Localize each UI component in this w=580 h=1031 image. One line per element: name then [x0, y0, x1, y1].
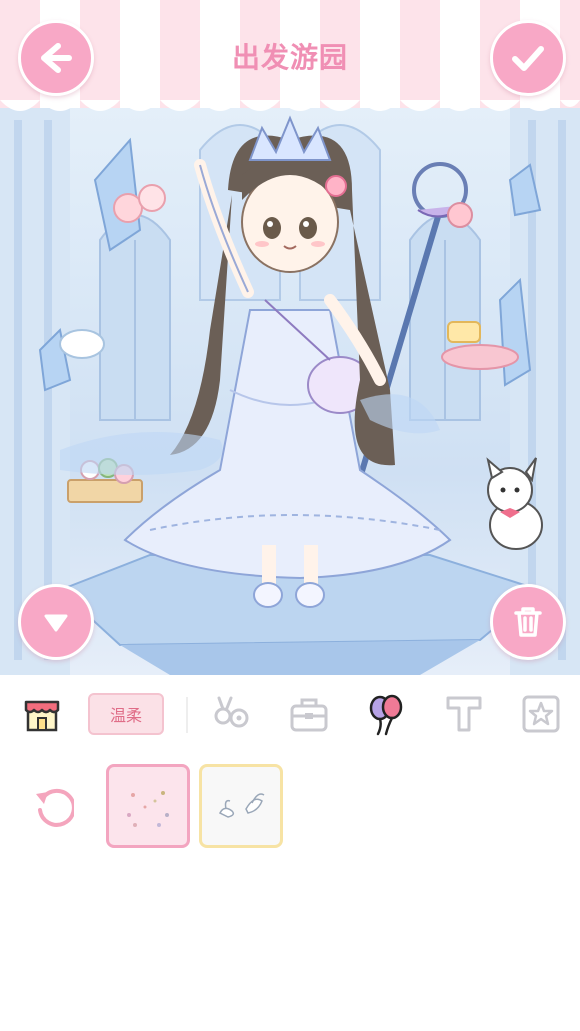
- swan-item: [218, 793, 265, 818]
- flower-icon: [214, 696, 249, 728]
- sparkle-item: [127, 791, 169, 827]
- awning-scallop: [0, 100, 580, 111]
- reset-icon: [36, 788, 74, 827]
- collapse-button[interactable]: [18, 584, 94, 660]
- tab-props[interactable]: [364, 692, 408, 736]
- bag-icon: [290, 698, 328, 732]
- shop-icon: [24, 700, 60, 732]
- item-card-sparkles[interactable]: [106, 764, 190, 848]
- tab-text[interactable]: [442, 692, 486, 736]
- item-card-swans[interactable]: [199, 764, 283, 848]
- tab-bags[interactable]: [287, 692, 331, 736]
- triangle-down-icon: [44, 614, 68, 632]
- delete-button[interactable]: [490, 584, 566, 660]
- tab-accessories[interactable]: [209, 692, 253, 736]
- dress-up-scene: 出发游园: [0, 0, 580, 675]
- style-tag-button[interactable]: 温柔: [88, 693, 164, 735]
- tab-stickers[interactable]: [519, 692, 563, 736]
- arrow-left-icon: [41, 43, 72, 73]
- trash-icon: [514, 607, 542, 637]
- balloon-icon: [369, 694, 403, 736]
- checkmark-icon: [512, 46, 544, 71]
- reset-button[interactable]: [30, 783, 74, 827]
- confirm-button[interactable]: [490, 20, 566, 96]
- text-icon: [446, 696, 482, 732]
- toolbar-divider: [186, 697, 188, 733]
- back-button[interactable]: [18, 20, 94, 96]
- shop-button[interactable]: [20, 692, 64, 736]
- star-icon: [522, 695, 560, 733]
